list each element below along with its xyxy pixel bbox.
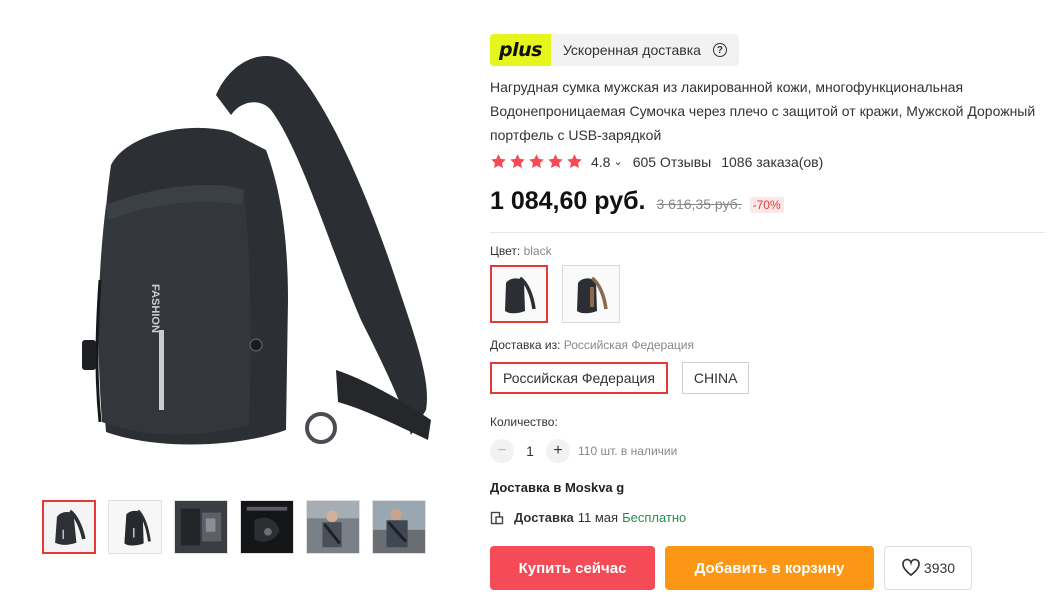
plus-delivery-label: Ускоренная доставка xyxy=(562,42,701,58)
thumbnail-4[interactable] xyxy=(240,500,294,554)
quantity-increase-button[interactable]: + xyxy=(546,439,570,463)
rating-value[interactable]: 4.8 xyxy=(591,154,610,170)
divider xyxy=(490,232,1045,233)
delivery-info: Доставка 11 мая Бесплатно xyxy=(490,510,1050,525)
box-icon xyxy=(490,511,504,524)
quantity-label: Количество: xyxy=(490,415,558,429)
wishlist-button[interactable]: 3930 xyxy=(884,546,972,590)
ships-from-selected: Российская Федерация xyxy=(563,338,694,352)
ships-from-options: Российская Федерация CHINA xyxy=(490,362,1050,394)
delivery-label: Доставка xyxy=(514,510,574,525)
delivery-cost: Бесплатно xyxy=(622,510,687,525)
bag-print-text: FASHION xyxy=(149,284,161,333)
thumbnail-5[interactable] xyxy=(306,500,360,554)
orders-count: 1086 заказа(ов) xyxy=(721,153,824,170)
delivery-destination[interactable]: Доставка в Moskva g xyxy=(490,480,1050,495)
stock-count: 110 шт. в наличии xyxy=(578,444,678,458)
old-price: 3 616,35 руб. xyxy=(656,196,742,212)
heart-icon xyxy=(902,558,920,577)
discount-badge: -70% xyxy=(749,197,784,213)
quantity-stepper: − 1 + 110 шт. в наличии xyxy=(490,439,1050,463)
plus-delivery-banner[interactable]: plus Ускоренная доставка ? xyxy=(490,34,739,66)
thumbnail-1[interactable] xyxy=(42,500,96,554)
quantity-value[interactable]: 1 xyxy=(514,443,546,459)
plus-logo: plus xyxy=(490,34,551,66)
color-option-black[interactable] xyxy=(490,265,548,323)
rating-row: 4.8 ⌄ 605 Отзывы 1086 заказа(ов) xyxy=(490,153,1050,170)
thumbnail-6[interactable] xyxy=(372,500,426,554)
current-price: 1 084,60 руб. xyxy=(490,187,646,215)
reviews-count[interactable]: 605 Отзывы xyxy=(633,154,712,170)
main-product-image[interactable]: FASHION xyxy=(66,40,446,485)
ship-option-china[interactable]: CHINA xyxy=(681,362,750,394)
delivery-date: 11 мая xyxy=(577,510,619,525)
add-to-cart-button[interactable]: Добавить в корзину xyxy=(665,546,874,590)
selected-color: black xyxy=(523,244,552,258)
ship-option-russia[interactable]: Российская Федерация xyxy=(490,362,668,394)
product-info: plus Ускоренная доставка ? Нагрудная сум… xyxy=(490,34,1050,590)
quantity-decrease-button[interactable]: − xyxy=(490,439,514,463)
color-label: Цвет: black xyxy=(490,244,552,258)
thumbnail-3[interactable] xyxy=(174,500,228,554)
rating-stars[interactable] xyxy=(490,153,583,170)
color-options xyxy=(490,265,1050,323)
ships-from-label: Доставка из: Российская Федерация xyxy=(490,338,694,352)
price-row: 1 084,60 руб. 3 616,35 руб. -70% xyxy=(490,187,1050,216)
star-icon xyxy=(510,154,525,169)
help-icon[interactable]: ? xyxy=(712,43,727,57)
chevron-down-icon[interactable]: ⌄ xyxy=(613,155,622,168)
wishlist-count: 3930 xyxy=(923,560,956,576)
star-icon xyxy=(529,154,544,169)
buy-now-button[interactable]: Купить сейчас xyxy=(490,546,655,590)
star-icon xyxy=(491,154,506,169)
action-buttons: Купить сейчас Добавить в корзину 3930 xyxy=(490,546,1050,590)
star-icon xyxy=(567,154,582,169)
color-option-brown[interactable] xyxy=(562,265,620,323)
thumbnail-2[interactable] xyxy=(108,500,162,554)
thumbnail-strip xyxy=(42,500,426,554)
star-icon xyxy=(548,154,563,169)
product-title: Нагрудная сумка мужская из лакированной … xyxy=(490,79,1036,143)
